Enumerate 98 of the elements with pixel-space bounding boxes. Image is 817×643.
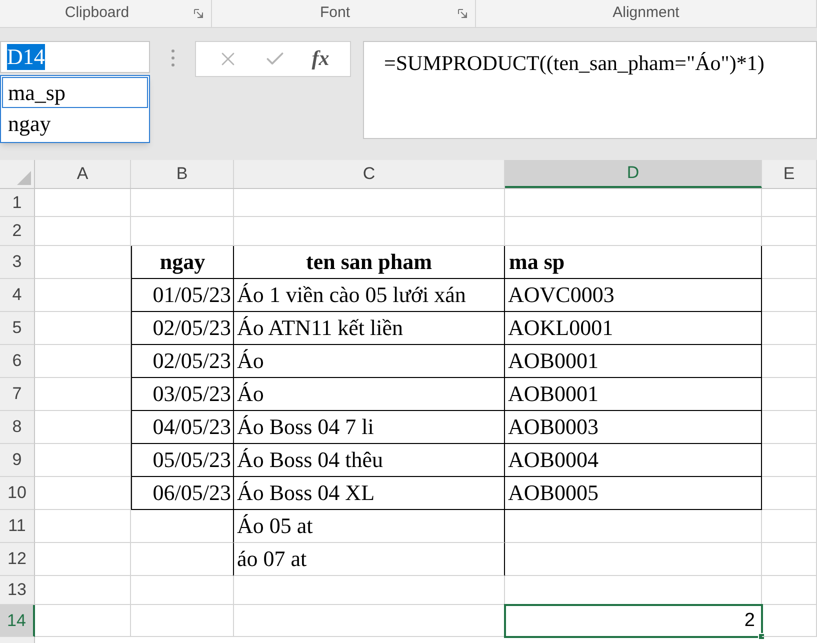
grid-cell[interactable] <box>505 543 762 576</box>
ribbon-group-label: Font <box>318 3 351 24</box>
ribbon-group-label: Clipboard <box>64 3 130 24</box>
table-cell[interactable]: ten san pham <box>234 246 505 279</box>
more-options-icon[interactable] <box>171 49 175 67</box>
column-header[interactable]: A <box>35 160 131 188</box>
grid-cell[interactable] <box>762 312 817 345</box>
table-cell[interactable]: ngay <box>131 246 234 279</box>
row-header[interactable]: 5 <box>0 312 35 345</box>
insert-function-button[interactable]: fx <box>312 43 330 75</box>
grid-cell[interactable] <box>762 444 817 477</box>
row-header[interactable]: 14 <box>0 605 35 637</box>
dialog-launcher-icon[interactable] <box>458 9 467 18</box>
grid-cell[interactable] <box>35 189 131 217</box>
grid-cell[interactable] <box>35 312 131 345</box>
name-box[interactable]: D14 <box>0 41 150 73</box>
fill-handle[interactable] <box>758 633 765 640</box>
grid-cell[interactable] <box>131 189 234 217</box>
formula-field[interactable]: =SUMPRODUCT((ten_san_pham="Áo")*1) <box>363 41 817 139</box>
grid-cell[interactable] <box>762 345 817 378</box>
dropdown-item[interactable]: ngay <box>2 108 148 139</box>
grid-cell[interactable] <box>762 217 817 246</box>
row-header[interactable]: 7 <box>0 378 35 411</box>
grid-cell[interactable] <box>35 477 131 510</box>
grid-cell[interactable] <box>762 411 817 444</box>
table-cell[interactable]: Áo <box>234 345 505 378</box>
grid-cell[interactable] <box>762 189 817 217</box>
grid-cell[interactable] <box>35 576 131 605</box>
grid-cell[interactable] <box>762 378 817 411</box>
grid-cell[interactable] <box>234 217 505 246</box>
grid-cell[interactable] <box>35 444 131 477</box>
grid-cell[interactable] <box>762 279 817 312</box>
table-cell[interactable]: Áo ATN11 kết liền <box>234 312 505 345</box>
row-header[interactable]: 3 <box>0 246 35 279</box>
table-cell[interactable]: áo 07 at <box>233 543 505 576</box>
grid-cell[interactable] <box>762 477 817 510</box>
grid-cell[interactable] <box>35 279 131 312</box>
table-cell[interactable]: 01/05/23 <box>131 279 234 312</box>
grid-cell[interactable] <box>35 543 131 576</box>
grid-cell[interactable] <box>762 605 817 637</box>
table-cell[interactable]: Áo Boss 04 7 li <box>234 411 505 444</box>
grid-cell[interactable] <box>131 217 234 246</box>
grid-cell[interactable] <box>762 510 817 543</box>
table-cell[interactable]: Áo <box>234 378 505 411</box>
table-cell[interactable]: Áo 1 viền cào 05 lưới xán <box>234 279 505 312</box>
table-cell[interactable]: Áo 05 at <box>233 510 505 543</box>
grid-cell[interactable] <box>35 605 131 637</box>
grid-cell[interactable] <box>505 217 762 246</box>
name-box-value: D14 <box>7 44 45 70</box>
table-cell[interactable]: AOB0005 <box>505 477 762 510</box>
grid-cell[interactable] <box>35 378 131 411</box>
dialog-launcher-icon[interactable] <box>194 9 203 18</box>
select-all-icon[interactable] <box>17 171 31 185</box>
grid-cell[interactable] <box>762 543 817 576</box>
grid-cell[interactable] <box>35 246 131 279</box>
table-cell[interactable]: Áo Boss 04 XL <box>234 477 505 510</box>
grid-cell[interactable] <box>131 576 234 605</box>
grid-cell[interactable] <box>762 576 817 605</box>
row-header[interactable]: 1 <box>0 189 35 217</box>
row-header[interactable]: 4 <box>0 279 35 312</box>
table-cell[interactable]: 02/05/23 <box>131 312 234 345</box>
table-cell[interactable]: ma sp <box>505 246 762 279</box>
grid-cell[interactable] <box>234 189 505 217</box>
column-header[interactable]: B <box>131 160 234 188</box>
row-header[interactable]: 2 <box>0 217 35 246</box>
grid-cell[interactable] <box>35 345 131 378</box>
table-cell[interactable]: 02/05/23 <box>131 345 234 378</box>
row-header[interactable]: 6 <box>0 345 35 378</box>
grid-cell[interactable] <box>505 189 762 217</box>
table-cell[interactable]: AOB0004 <box>505 444 762 477</box>
dropdown-item[interactable]: ma_sp <box>2 77 148 108</box>
table-cell[interactable]: 2 <box>505 605 762 637</box>
ribbon-group-label: Alignment <box>612 3 680 24</box>
table-cell[interactable]: 03/05/23 <box>131 378 234 411</box>
grid-cell[interactable] <box>35 411 131 444</box>
row-header[interactable]: 10 <box>0 477 35 510</box>
grid-cell[interactable] <box>505 510 762 543</box>
table-cell[interactable]: 04/05/23 <box>131 411 234 444</box>
row-header[interactable]: 8 <box>0 411 35 444</box>
table-cell[interactable]: AOKL0001 <box>505 312 762 345</box>
grid-cell[interactable] <box>762 246 817 279</box>
column-header[interactable]: E <box>762 160 817 188</box>
row-header[interactable]: 12 <box>0 543 35 576</box>
table-cell[interactable]: Áo Boss 04 thêu <box>234 444 505 477</box>
table-cell[interactable]: AOB0003 <box>505 411 762 444</box>
grid-cell[interactable] <box>35 510 131 543</box>
grid-cell[interactable] <box>131 605 234 637</box>
row-header[interactable]: 11 <box>0 510 35 543</box>
column-header[interactable]: D <box>505 160 762 188</box>
grid-cell[interactable] <box>35 217 131 246</box>
table-cell[interactable]: 06/05/23 <box>131 477 234 510</box>
table-cell[interactable]: AOB0001 <box>505 345 762 378</box>
row-header[interactable]: 9 <box>0 444 35 477</box>
table-cell[interactable]: 05/05/23 <box>131 444 234 477</box>
table-cell[interactable]: AOB0001 <box>505 378 762 411</box>
row-header[interactable]: 13 <box>0 576 35 605</box>
table-cell[interactable]: AOVC0003 <box>505 279 762 312</box>
grid-cell[interactable] <box>234 576 505 605</box>
